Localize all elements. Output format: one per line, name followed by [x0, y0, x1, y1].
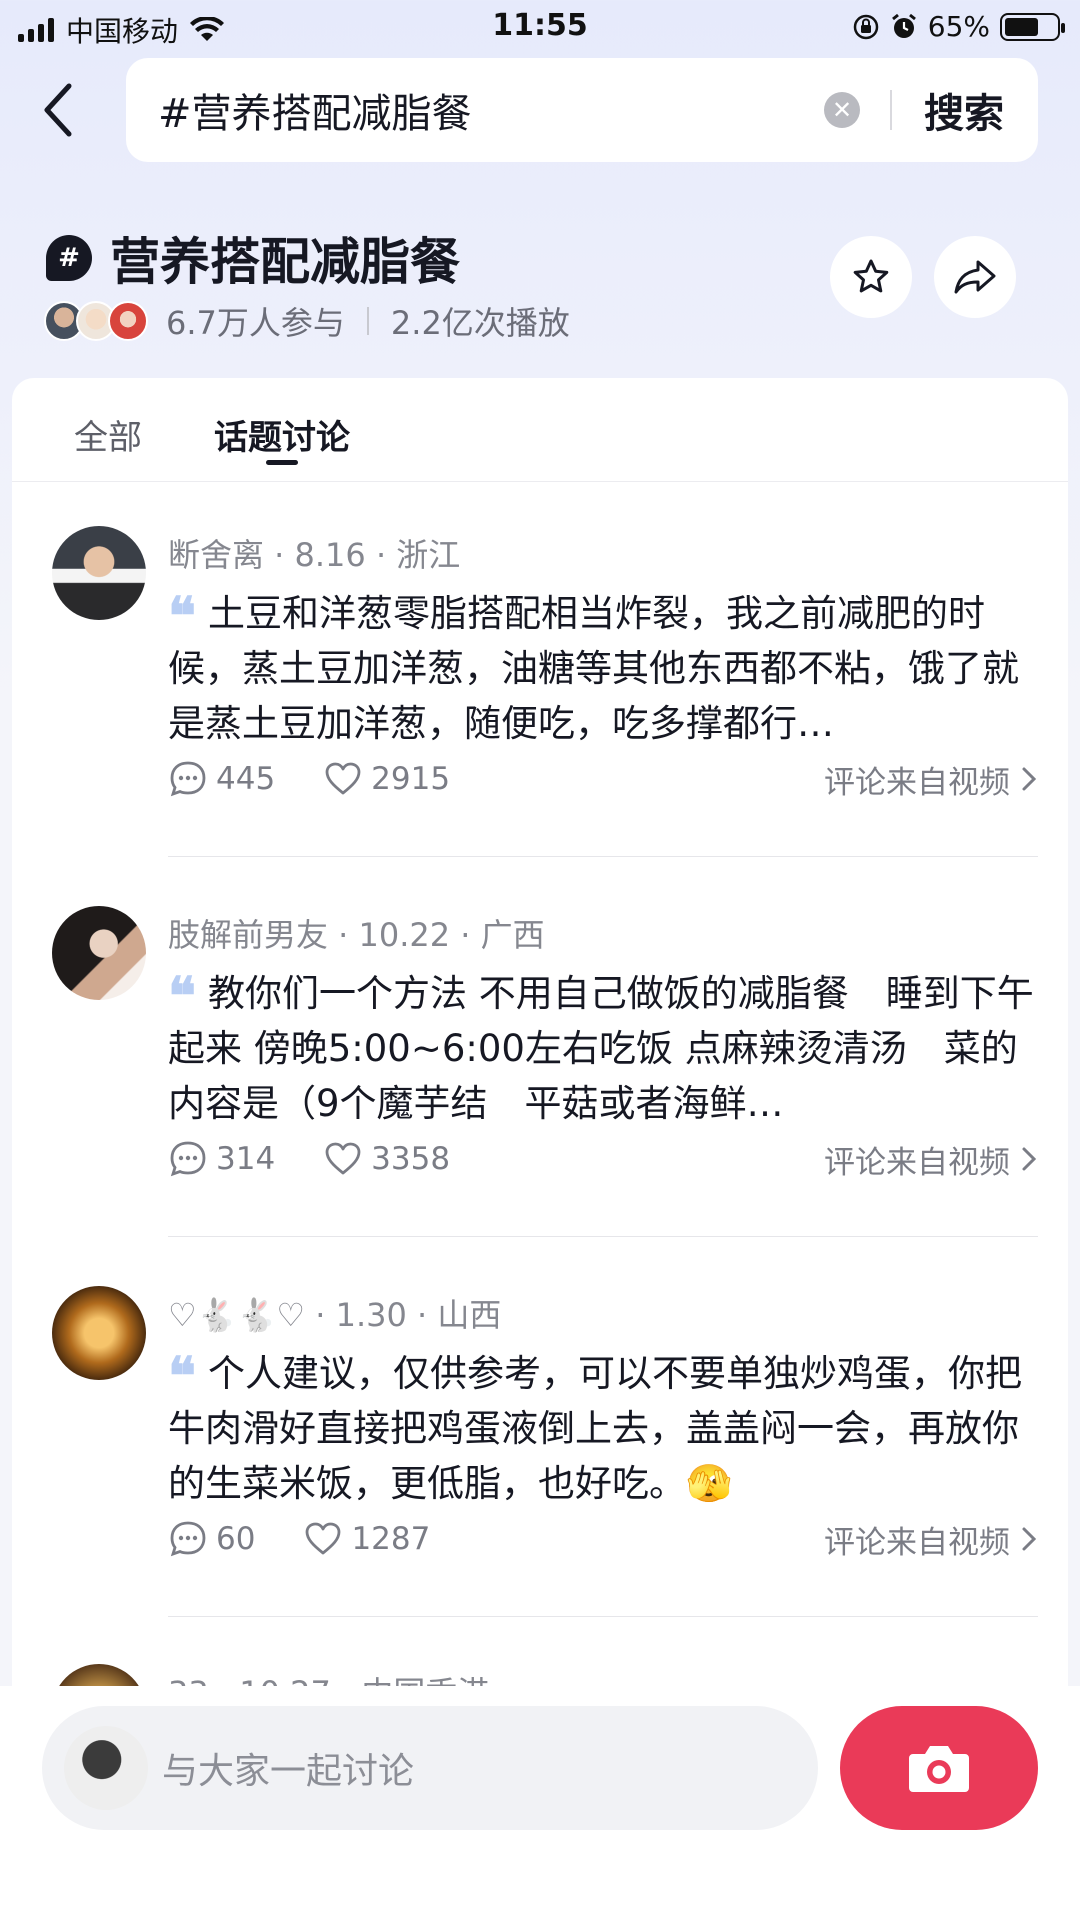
like-count: 2915 — [371, 761, 451, 797]
like-button[interactable]: 1287 — [303, 1519, 430, 1559]
post-text: 教你们一个方法 不用自己做饭的减脂餐 睡到下午起来 傍晚5:00~6:00左右吃… — [168, 972, 1034, 1125]
alarm-icon — [891, 13, 916, 38]
heart-icon — [325, 1142, 361, 1175]
like-count: 1287 — [351, 1521, 431, 1557]
avatar[interactable] — [52, 1286, 146, 1380]
share-button[interactable] — [934, 236, 1016, 318]
search-box[interactable]: #营养搭配减脂餐 ✕ 搜索 — [126, 58, 1038, 162]
chevron-right-icon — [1022, 767, 1037, 791]
chevron-right-icon — [1022, 1147, 1037, 1171]
participant-avatars[interactable] — [44, 301, 148, 341]
camera-icon — [909, 1746, 969, 1792]
comment-count: 60 — [216, 1521, 256, 1557]
clear-icon[interactable]: ✕ — [824, 92, 860, 128]
battery-percent: 65% — [927, 10, 990, 43]
heart-icon — [325, 762, 361, 795]
post-content[interactable]: ❝ 土豆和洋葱零脂搭配相当炸裂，我之前减肥的时候，蒸土豆加洋葱，油糖等其他东西都不… — [168, 586, 1038, 751]
input-placeholder: 与大家一起讨论 — [162, 1751, 415, 1792]
post-actions: 445 2915 评论来自视频 — [168, 756, 1038, 802]
avatar — [108, 301, 148, 341]
comment-button[interactable]: 314 — [168, 1139, 275, 1179]
bottom-bar: 与大家一起讨论 — [0, 1686, 1080, 1920]
tab-indicator — [266, 460, 298, 465]
back-button[interactable] — [38, 80, 78, 140]
post-content[interactable]: ❝ 教你们一个方法 不用自己做饭的减脂餐 睡到下午起来 傍晚5:00~6:00左右… — [168, 966, 1038, 1131]
post-content[interactable]: ❝ 个人建议，仅供参考，可以不要单独炒鸡蛋，你把牛肉滑好直接把鸡蛋液倒上去，盖盖闷… — [168, 1346, 1038, 1511]
battery-icon — [1000, 12, 1065, 41]
tab-discussion[interactable]: 话题讨论 — [214, 410, 350, 459]
search-button[interactable]: 搜索 — [924, 81, 1004, 139]
tab-bar: 全部 话题讨论 — [12, 378, 1068, 482]
star-icon — [853, 259, 889, 293]
comment-count: 445 — [216, 761, 276, 797]
chevron-left-icon — [44, 83, 72, 137]
post-meta: ♡🐇🐇♡ · 1.30 · 山西 — [168, 1296, 502, 1334]
quote-icon: ❝ — [168, 1346, 196, 1407]
page-title: 营养搭配减脂餐 — [110, 233, 460, 291]
source-label: 评论来自视频 — [824, 764, 1010, 801]
tab-all[interactable]: 全部 — [74, 410, 142, 459]
source-link[interactable]: 评论来自视频 — [824, 757, 1038, 802]
quote-icon: ❝ — [168, 966, 196, 1027]
post-meta: 肢解前男友 · 10.22 · 广西 — [168, 916, 545, 954]
divider — [168, 1236, 1038, 1237]
post-actions: 60 1287 评论来自视频 — [168, 1516, 1038, 1562]
like-button[interactable]: 2915 — [323, 759, 450, 799]
participants-count: 6.7万人参与 — [166, 304, 345, 342]
avatar[interactable] — [52, 526, 146, 620]
divider — [168, 1616, 1038, 1617]
topic-stats: 6.7万人参与 2.2亿次播放 — [44, 298, 570, 344]
like-count: 3358 — [371, 1141, 451, 1177]
source-label: 评论来自视频 — [824, 1524, 1010, 1561]
favorite-button[interactable] — [830, 236, 912, 318]
rotation-lock-icon — [853, 14, 879, 39]
comment-count: 314 — [216, 1141, 276, 1177]
quote-icon: ❝ — [168, 586, 196, 647]
avatar[interactable] — [52, 906, 146, 1000]
topic-header: # 营养搭配减脂餐 — [46, 222, 460, 294]
avatar — [64, 1726, 148, 1810]
hashtag-icon: # — [46, 235, 92, 281]
divider — [168, 856, 1038, 857]
heart-icon — [306, 1522, 341, 1555]
source-link[interactable]: 评论来自视频 — [824, 1517, 1038, 1562]
comment-icon — [170, 1521, 206, 1557]
source-label: 评论来自视频 — [824, 1144, 1010, 1181]
post-actions: 314 3358 评论来自视频 — [168, 1136, 1038, 1182]
like-button[interactable]: 3358 — [323, 1139, 450, 1179]
comment-button[interactable]: 445 — [168, 759, 275, 799]
chevron-right-icon — [1022, 1527, 1037, 1551]
discussion-input[interactable]: 与大家一起讨论 — [42, 1706, 818, 1830]
stats-divider — [366, 307, 369, 335]
camera-button[interactable] — [840, 1706, 1038, 1830]
share-icon — [954, 260, 996, 294]
search-divider — [890, 90, 892, 130]
post-text: 土豆和洋葱零脂搭配相当炸裂，我之前减肥的时候，蒸土豆加洋葱，油糖等其他东西都不粘… — [168, 592, 1019, 745]
source-link[interactable]: 评论来自视频 — [824, 1137, 1038, 1182]
comment-button[interactable]: 60 — [168, 1519, 255, 1559]
comment-icon — [170, 761, 206, 797]
plays-count: 2.2亿次播放 — [390, 304, 570, 342]
search-input[interactable]: #营养搭配减脂餐 — [158, 81, 824, 139]
status-bar: 中国移动 11:55 65% — [0, 0, 1080, 54]
post-text: 个人建议，仅供参考，可以不要单独炒鸡蛋，你把牛肉滑好直接把鸡蛋液倒上去，盖盖闷一… — [168, 1352, 1022, 1505]
comment-icon — [170, 1141, 206, 1177]
post-meta: 断舍离 · 8.16 · 浙江 — [168, 536, 461, 574]
